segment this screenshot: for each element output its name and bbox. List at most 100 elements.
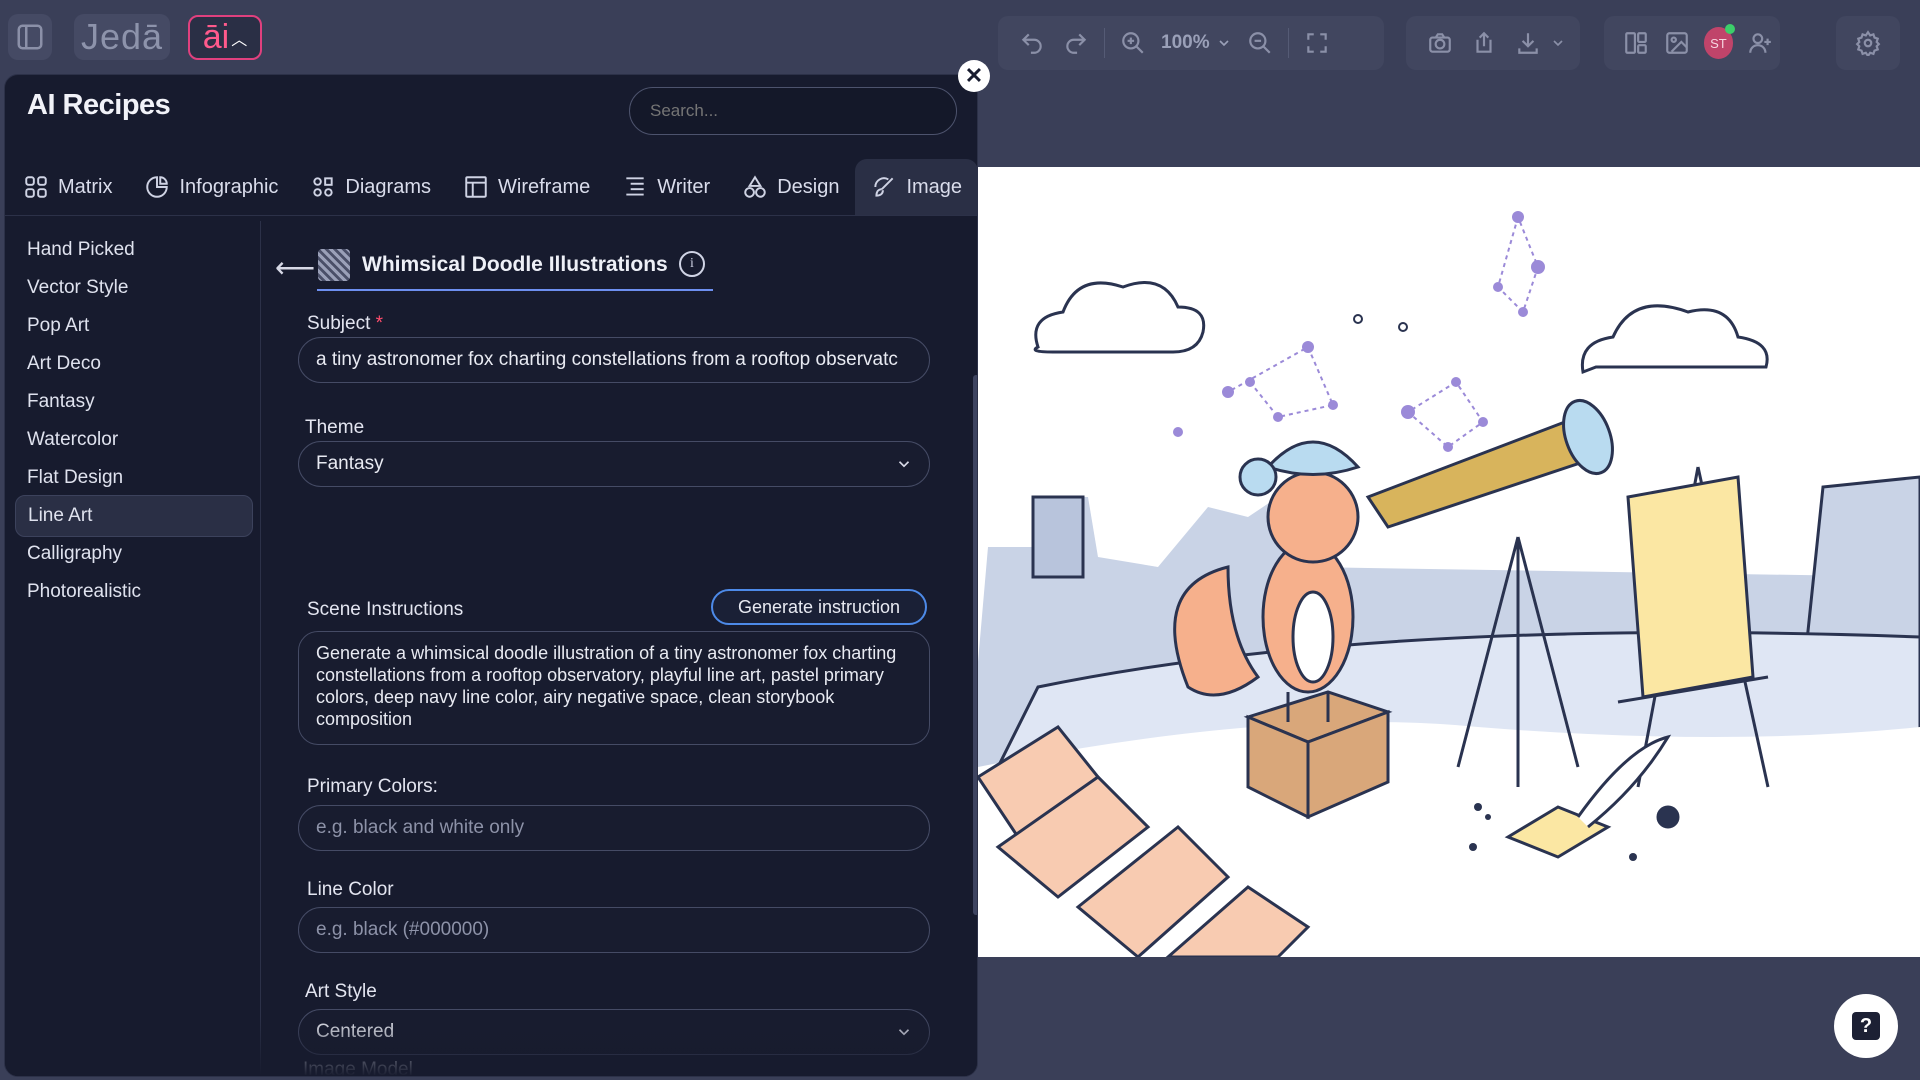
tab-label: Matrix — [58, 175, 113, 198]
category-line-art[interactable]: Line Art — [15, 495, 253, 537]
view-collab-group: ST — [1604, 16, 1780, 70]
fit-screen-icon[interactable] — [1295, 21, 1339, 65]
art-style-select[interactable]: Centered — [298, 1009, 930, 1055]
fox-astronomer-illustration — [978, 211, 1920, 957]
close-icon: ✕ — [964, 63, 984, 88]
back-arrow-icon[interactable]: ⟵ — [275, 251, 315, 284]
form-scrollbar[interactable] — [973, 375, 977, 915]
category-vector-style[interactable]: Vector Style — [15, 267, 253, 309]
sidebar-icon — [17, 24, 43, 50]
line-color-label: Line Color — [307, 879, 394, 900]
add-user-icon[interactable] — [1739, 21, 1780, 65]
tab-infographic[interactable]: Infographic — [128, 159, 294, 215]
user-avatar[interactable]: ST — [1703, 24, 1736, 59]
tab-label: Wireframe — [498, 175, 591, 198]
theme-label: Theme — [305, 417, 365, 438]
category-label: Line Art — [28, 505, 93, 526]
zoom-out-icon[interactable] — [1238, 21, 1282, 65]
primary-colors-label: Primary Colors: — [307, 776, 438, 797]
tab-design[interactable]: Design — [726, 159, 855, 215]
layout-icon[interactable] — [1616, 21, 1657, 65]
avatar-initials: ST — [1710, 35, 1727, 51]
recipe-tabs: Matrix Infographic Diagrams Wireframe Wr… — [5, 159, 977, 215]
recipe-form: ⟵ Whimsical Doodle Illustrations i Subje… — [261, 221, 977, 1076]
line-color-input[interactable]: e.g. black (#000000) — [298, 907, 930, 953]
subject-input-value: a tiny astronomer fox charting constella… — [316, 349, 898, 370]
subject-input[interactable]: a tiny astronomer fox charting constella… — [298, 337, 930, 383]
category-label: Flat Design — [27, 467, 124, 488]
category-fantasy[interactable]: Fantasy — [15, 381, 253, 423]
category-label: Pop Art — [27, 315, 90, 336]
ai-menu-button[interactable]: āi ︿ — [188, 15, 262, 60]
info-icon[interactable]: i — [679, 251, 705, 277]
toolbar-divider — [1104, 28, 1105, 58]
required-asterisk: * — [375, 313, 384, 334]
category-hand-picked[interactable]: Hand Picked — [15, 229, 253, 271]
art-style-label: Art Style — [305, 981, 377, 1002]
recipe-thumbnail — [318, 249, 350, 281]
category-calligraphy[interactable]: Calligraphy — [15, 533, 253, 575]
download-icon[interactable] — [1506, 21, 1550, 65]
tabs-divider — [5, 215, 977, 216]
grid-icon — [25, 176, 47, 198]
scene-instructions-label: Scene Instructions — [307, 599, 464, 620]
category-pop-art[interactable]: Pop Art — [15, 305, 253, 347]
ai-label: āi — [202, 18, 230, 56]
help-button[interactable]: ? — [1834, 994, 1898, 1058]
list-icon — [626, 177, 644, 196]
chevron-up-icon: ︿ — [231, 31, 248, 49]
tab-matrix[interactable]: Matrix — [5, 159, 128, 215]
tab-writer[interactable]: Writer — [606, 159, 726, 215]
generate-instruction-button[interactable]: Generate instruction — [711, 589, 927, 625]
zoom-level-dropdown[interactable]: 100% — [1155, 32, 1238, 54]
diagram-icon — [313, 177, 334, 197]
chevron-down-icon[interactable] — [1550, 35, 1566, 51]
zoom-level-value: 100% — [1161, 32, 1210, 53]
undo-icon[interactable] — [1010, 21, 1054, 65]
export-group — [1406, 16, 1580, 70]
category-flat-design[interactable]: Flat Design — [15, 457, 253, 499]
recipe-search-input[interactable] — [629, 87, 957, 135]
category-art-deco[interactable]: Art Deco — [15, 343, 253, 385]
category-label: Photorealistic — [27, 581, 142, 602]
help-question-icon: ? — [1852, 1012, 1880, 1040]
category-label: Art Deco — [27, 353, 101, 374]
scene-instructions-value: Generate a whimsical doodle illustration… — [316, 643, 897, 729]
settings-gear-icon[interactable] — [1846, 21, 1890, 65]
style-category-list: Hand Picked Vector Style Pop Art Art Dec… — [5, 221, 261, 1076]
redo-icon[interactable] — [1054, 21, 1098, 65]
tab-label: Diagrams — [345, 175, 431, 198]
image-gallery-icon[interactable] — [1657, 21, 1698, 65]
camera-icon[interactable] — [1418, 21, 1462, 65]
primary-colors-input[interactable]: e.g. black and white only — [298, 805, 930, 851]
subject-label-text: Subject — [307, 313, 371, 334]
tab-wireframe[interactable]: Wireframe — [447, 159, 606, 215]
category-photorealistic[interactable]: Photorealistic — [15, 571, 253, 613]
generated-illustration[interactable] — [978, 167, 1920, 957]
category-label: Watercolor — [27, 429, 119, 450]
sidebar-toggle-button[interactable] — [8, 14, 52, 60]
chevron-down-icon — [895, 455, 913, 473]
subject-label: Subject * — [307, 313, 383, 335]
scene-instructions-textarea[interactable]: Generate a whimsical doodle illustration… — [298, 631, 930, 745]
history-zoom-group: 100% — [998, 16, 1384, 70]
shapes-icon — [744, 175, 766, 198]
panel-title: AI Recipes — [27, 89, 171, 121]
category-label: Hand Picked — [27, 239, 135, 260]
theme-select[interactable]: Fantasy — [298, 441, 930, 487]
tab-label: Image — [906, 175, 963, 198]
title-underline — [317, 289, 713, 291]
tab-label: Infographic — [179, 175, 279, 198]
wireframe-icon — [465, 176, 487, 198]
category-watercolor[interactable]: Watercolor — [15, 419, 253, 461]
ai-recipes-panel: AI Recipes Matrix Infographic Diagrams W… — [4, 74, 978, 1077]
zoom-in-icon[interactable] — [1111, 21, 1155, 65]
brush-icon — [874, 177, 894, 197]
share-upload-icon[interactable] — [1462, 21, 1506, 65]
tab-diagrams[interactable]: Diagrams — [294, 159, 447, 215]
chevron-down-icon — [895, 1023, 913, 1041]
jeda-logo[interactable]: Jedā — [74, 14, 170, 60]
close-panel-button[interactable]: ✕ — [958, 60, 990, 92]
tab-image[interactable]: Image — [855, 159, 977, 215]
chevron-down-icon — [1219, 40, 1229, 47]
